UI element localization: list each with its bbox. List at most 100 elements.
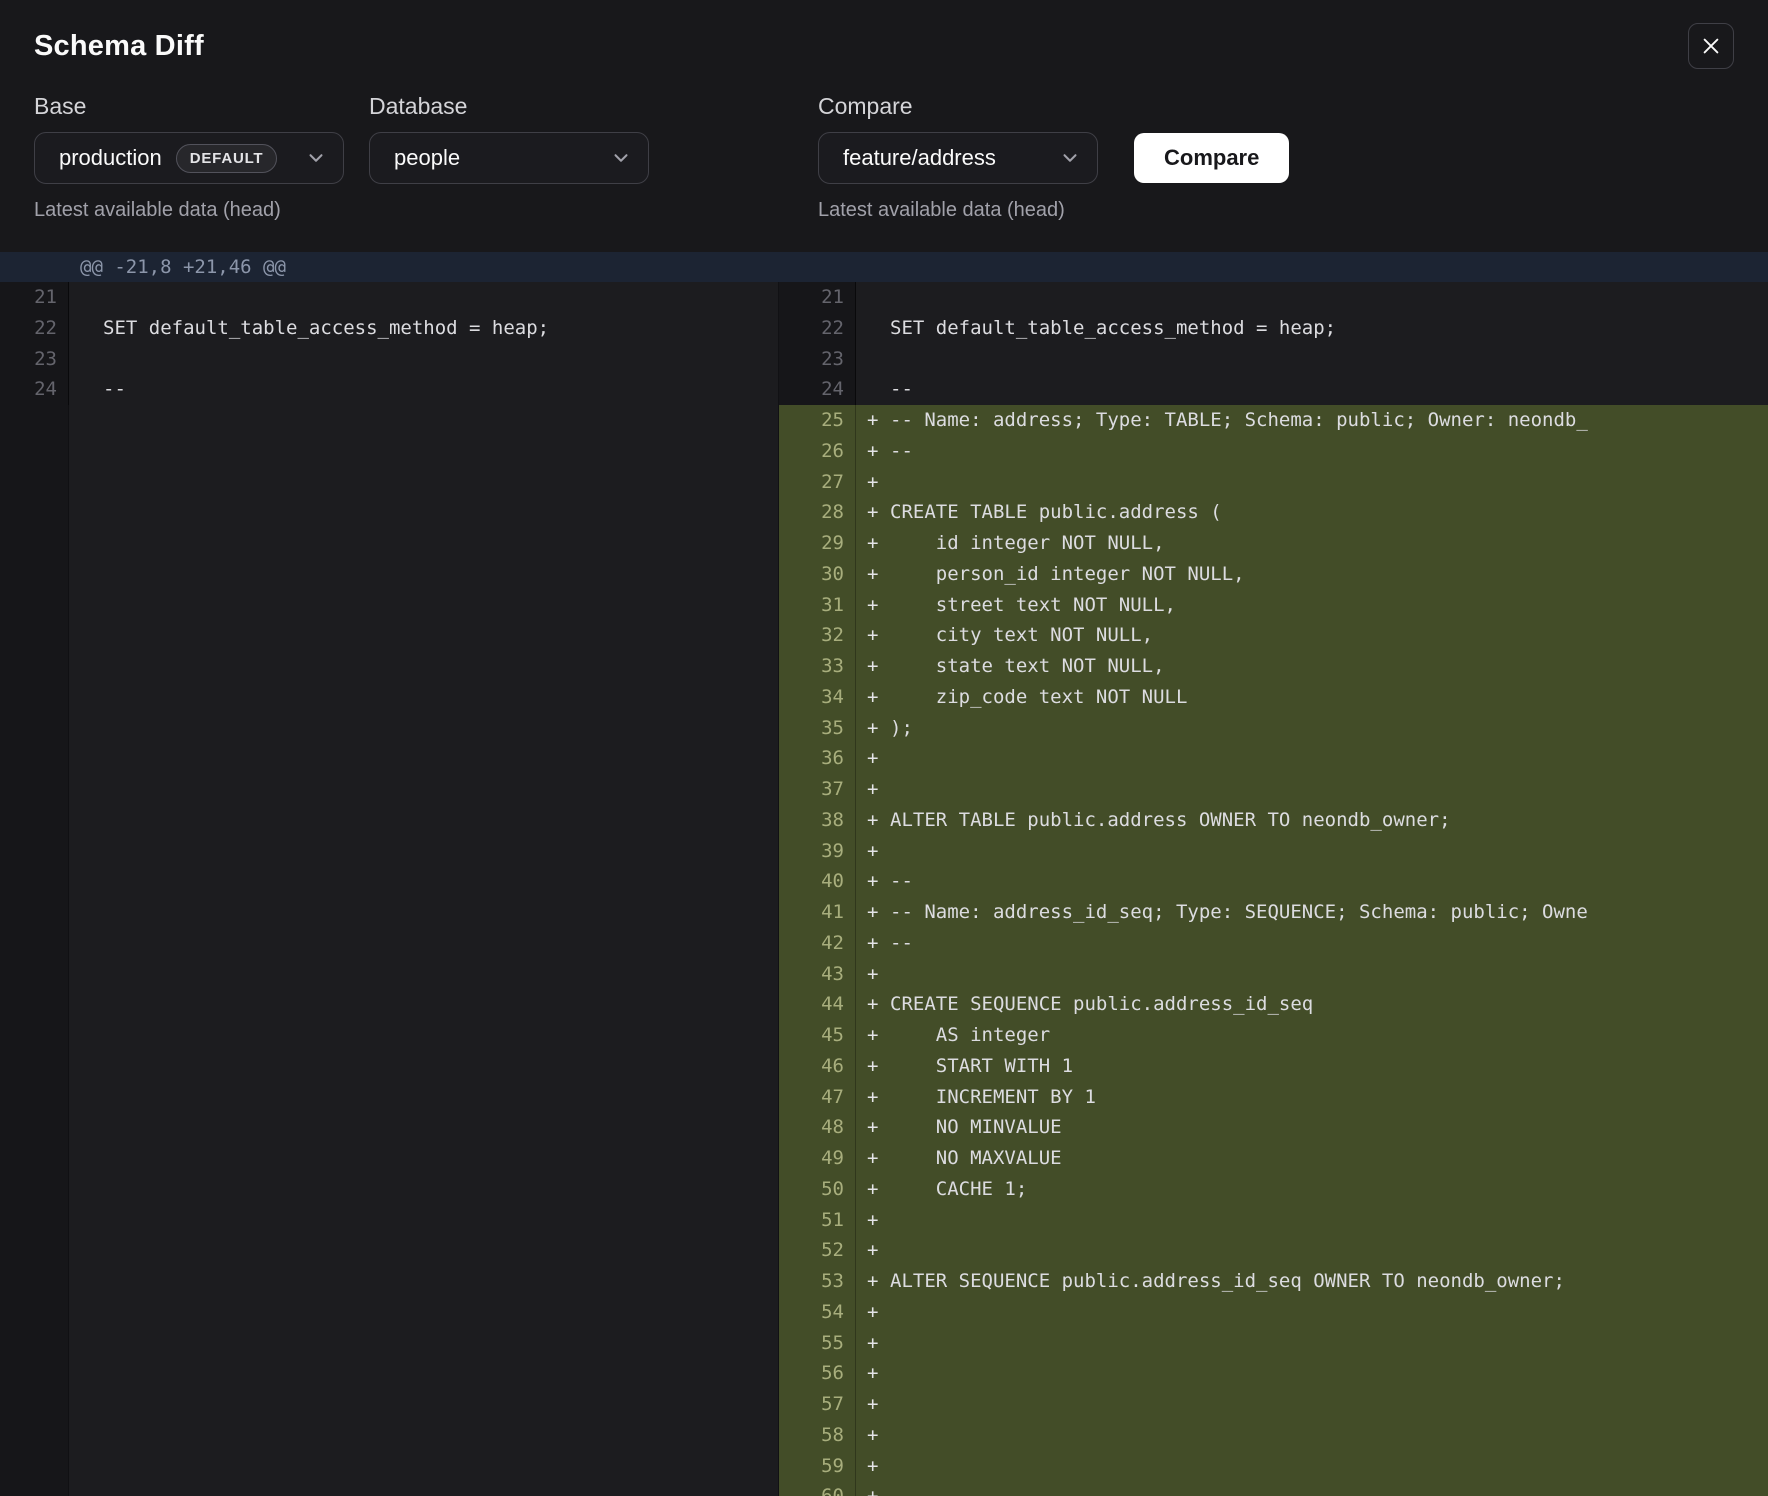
diff-sign: +: [856, 805, 890, 836]
diff-line-added: 55+: [779, 1328, 1768, 1359]
diff-sign: +: [856, 1174, 890, 1205]
line-number: 45: [779, 1020, 856, 1051]
compare-button[interactable]: Compare: [1134, 133, 1289, 183]
code-text: [890, 959, 1768, 990]
diff-sign: [856, 313, 890, 344]
line-number: 21: [0, 282, 69, 313]
line-number: 33: [779, 651, 856, 682]
diff-line-added: 58+: [779, 1420, 1768, 1451]
line-number: 22: [779, 313, 856, 344]
line-number: 56: [779, 1358, 856, 1389]
line-number: 48: [779, 1112, 856, 1143]
diff-sign: +: [856, 1112, 890, 1143]
line-number: 23: [779, 344, 856, 375]
line-number: 50: [779, 1174, 856, 1205]
code-text: zip_code text NOT NULL: [890, 682, 1768, 713]
line-number: 49: [779, 1143, 856, 1174]
diff-sign: +: [856, 713, 890, 744]
diff-line-added: 31+ street text NOT NULL,: [779, 590, 1768, 621]
compare-branch-select[interactable]: feature/address: [818, 132, 1098, 184]
code-text: SET default_table_access_method = heap;: [103, 313, 778, 344]
line-number: 28: [779, 497, 856, 528]
diff-line-added: 56+: [779, 1358, 1768, 1389]
diff-line-added: 26+--: [779, 436, 1768, 467]
code-text: ALTER SEQUENCE public.address_id_seq OWN…: [890, 1266, 1768, 1297]
diff-sign: [69, 374, 103, 405]
diff-line-added: 57+: [779, 1389, 1768, 1420]
diff-sign: +: [856, 405, 890, 436]
code-text: [890, 1481, 1768, 1496]
base-hint: Latest available data (head): [34, 198, 344, 222]
diff-sign: +: [856, 1266, 890, 1297]
code-text: --: [890, 374, 1768, 405]
diff-line-context: 24--: [0, 374, 778, 405]
line-number: 57: [779, 1389, 856, 1420]
line-number: 25: [779, 405, 856, 436]
controls-bar: Base production DEFAULT Latest available…: [0, 92, 1768, 222]
diff-panes: 2122SET default_table_access_method = he…: [0, 282, 1768, 1496]
line-number: 53: [779, 1266, 856, 1297]
close-icon: [1700, 35, 1722, 57]
diff-sign: +: [856, 651, 890, 682]
hunk-header: @@ -21,8 +21,46 @@: [0, 252, 1768, 282]
line-number: 43: [779, 959, 856, 990]
close-button[interactable]: [1688, 23, 1734, 69]
line-number: 23: [0, 344, 69, 375]
diff-line-added: 37+: [779, 774, 1768, 805]
line-number: 24: [779, 374, 856, 405]
diff-line-added: 38+ALTER TABLE public.address OWNER TO n…: [779, 805, 1768, 836]
diff-sign: +: [856, 1420, 890, 1451]
diff-line-added: 32+ city text NOT NULL,: [779, 620, 1768, 651]
diff-pane-compare[interactable]: 2122SET default_table_access_method = he…: [778, 282, 1768, 1496]
line-number: 34: [779, 682, 856, 713]
diff-line-added: 41+-- Name: address_id_seq; Type: SEQUEN…: [779, 897, 1768, 928]
diff-sign: +: [856, 928, 890, 959]
code-text: [890, 1205, 1768, 1236]
code-text: [890, 344, 1768, 375]
diff-line-added: 49+ NO MAXVALUE: [779, 1143, 1768, 1174]
base-branch-value: production: [59, 145, 162, 171]
diff-sign: +: [856, 1297, 890, 1328]
line-number: 55: [779, 1328, 856, 1359]
diff-sign: +: [856, 1205, 890, 1236]
diff-sign: [856, 282, 890, 313]
diff-view: @@ -21,8 +21,46 @@ 2122SET default_table…: [0, 252, 1768, 1496]
code-text: [890, 1235, 1768, 1266]
code-text: -- Name: address; Type: TABLE; Schema: p…: [890, 405, 1768, 436]
line-number: 52: [779, 1235, 856, 1266]
diff-sign: +: [856, 590, 890, 621]
base-label: Base: [34, 92, 344, 120]
line-number: 41: [779, 897, 856, 928]
code-text: --: [890, 436, 1768, 467]
code-text: state text NOT NULL,: [890, 651, 1768, 682]
diff-pane-base[interactable]: 2122 SET default_table_access_method = he…: [0, 282, 778, 1496]
diff-line-context: 23: [0, 344, 778, 375]
diff-line-added: 47+ INCREMENT BY 1: [779, 1082, 1768, 1113]
base-branch-select[interactable]: production DEFAULT: [34, 132, 344, 184]
line-number: 35: [779, 713, 856, 744]
diff-line-context: 22SET default_table_access_method = heap…: [779, 313, 1768, 344]
code-text: [103, 344, 778, 375]
chevron-down-icon: [610, 147, 632, 169]
code-text: id integer NOT NULL,: [890, 528, 1768, 559]
line-number: 31: [779, 590, 856, 621]
line-number: 24: [0, 374, 69, 405]
diff-line-context: 23: [779, 344, 1768, 375]
diff-sign: +: [856, 1451, 890, 1482]
database-select[interactable]: people: [369, 132, 649, 184]
page-title: Schema Diff: [34, 30, 204, 63]
code-text: person_id integer NOT NULL,: [890, 559, 1768, 590]
line-number: 36: [779, 743, 856, 774]
line-number: 22: [0, 313, 69, 344]
code-text: NO MAXVALUE: [890, 1143, 1768, 1174]
diff-line-added: 44+CREATE SEQUENCE public.address_id_seq: [779, 989, 1768, 1020]
diff-line-added: 43+: [779, 959, 1768, 990]
diff-sign: +: [856, 559, 890, 590]
diff-line-added: 35+);: [779, 713, 1768, 744]
diff-sign: +: [856, 1235, 890, 1266]
compare-branch-value: feature/address: [843, 145, 996, 171]
line-number: 60: [779, 1481, 856, 1496]
line-number: 44: [779, 989, 856, 1020]
diff-sign: [856, 374, 890, 405]
diff-line-added: 33+ state text NOT NULL,: [779, 651, 1768, 682]
